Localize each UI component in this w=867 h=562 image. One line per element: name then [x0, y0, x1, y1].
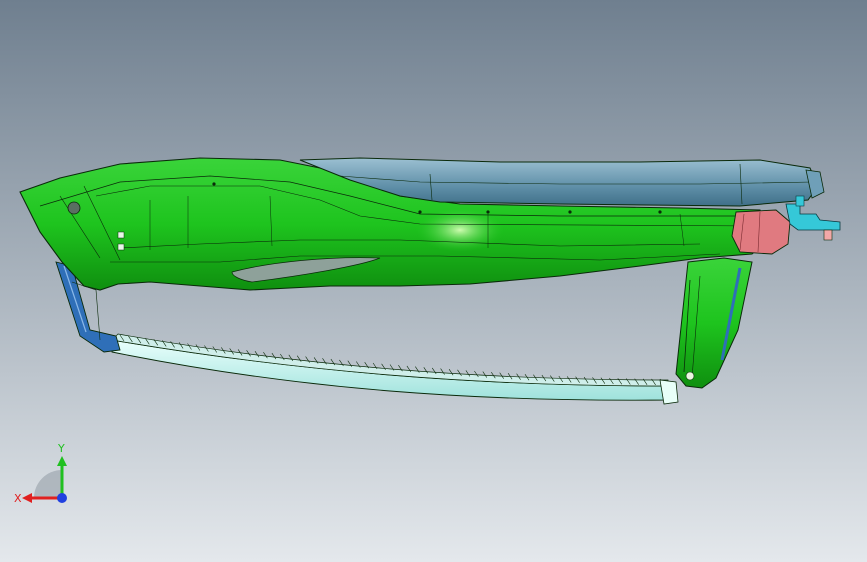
y-axis-label: Y	[57, 442, 65, 455]
x-axis-label: X	[14, 492, 22, 505]
cad-model[interactable]	[0, 0, 867, 562]
right-strut[interactable]	[675, 257, 753, 389]
z-axis-dot	[57, 493, 67, 503]
cyan-fitting[interactable]	[785, 195, 841, 241]
end-block[interactable]	[731, 209, 791, 255]
axis-triad-graphic: Y X	[14, 442, 67, 505]
axis-triad: Y X	[12, 440, 82, 510]
lower-bar[interactable]	[111, 333, 679, 405]
3d-viewport[interactable]: Y X	[0, 0, 867, 562]
